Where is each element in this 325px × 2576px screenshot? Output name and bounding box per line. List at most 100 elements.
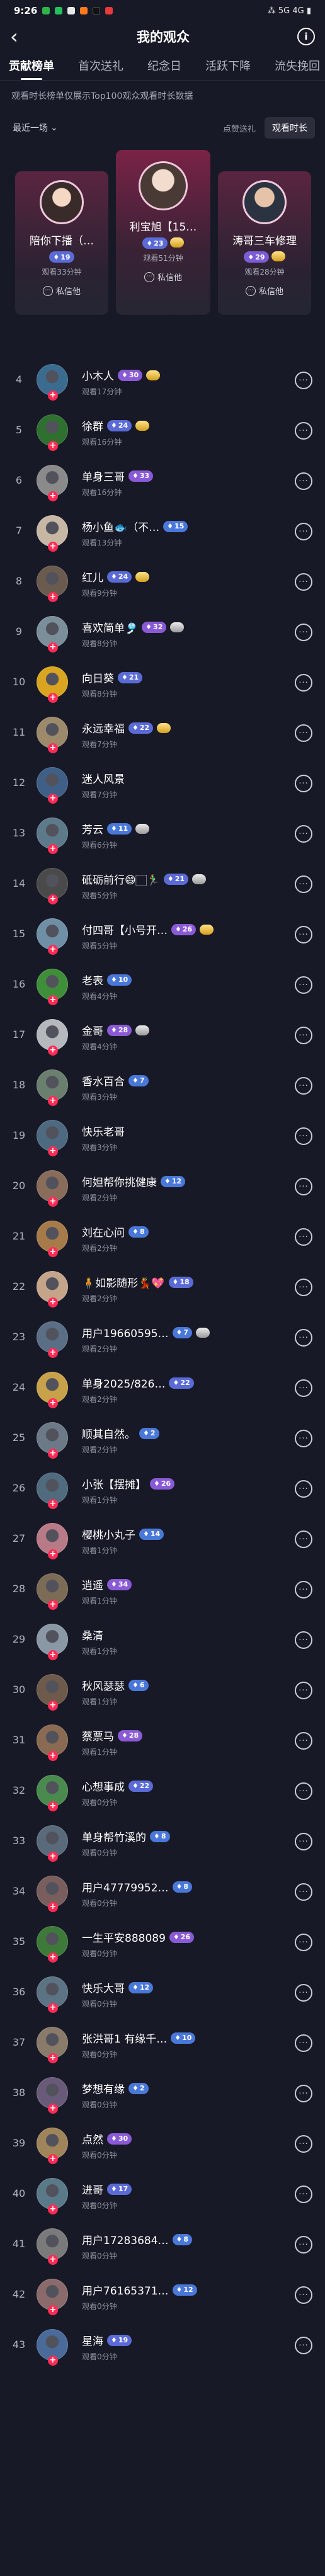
list-item[interactable]: 8 + 红儿 ♦ 24 观看9分钟 ··· [0, 558, 325, 608]
list-item[interactable]: 5 + 徐群 ♦ 24 观看16分钟 ··· [0, 407, 325, 457]
list-item[interactable]: 22 + 🧍如影随形💃💖 ♦ 18 观看2分钟 ··· [0, 1263, 325, 1314]
more-options-icon[interactable]: ··· [295, 1329, 312, 1347]
more-options-icon[interactable]: ··· [295, 1430, 312, 1447]
follow-plus-icon[interactable]: + [48, 2356, 58, 2366]
follow-plus-icon[interactable]: + [48, 1449, 58, 1459]
more-options-icon[interactable]: ··· [295, 472, 312, 490]
list-item[interactable]: 40 + 进哥 ♦ 17 观看0分钟 ··· [0, 2170, 325, 2221]
follow-plus-icon[interactable]: + [48, 491, 58, 501]
follow-plus-icon[interactable]: + [48, 1146, 58, 1156]
follow-plus-icon[interactable]: + [48, 2154, 58, 2164]
follow-plus-icon[interactable]: + [48, 693, 58, 703]
follow-plus-icon[interactable]: + [48, 894, 58, 904]
message-button[interactable]: ⋯ 私信他 [218, 285, 311, 297]
follow-plus-icon[interactable]: + [48, 1247, 58, 1257]
list-item[interactable]: 31 + 蔡票马 ♦ 28 观看1分钟 ··· [0, 1717, 325, 1767]
tab-activity-drop[interactable]: 活跃下降 [205, 57, 251, 80]
list-item[interactable]: 13 + 芳云 ♦ 11 观看6分钟 ··· [0, 810, 325, 860]
list-item[interactable]: 21 + 刘在心问 ♦ 8 观看2分钟 ··· [0, 1213, 325, 1263]
list-item[interactable]: 9 + 喜欢简单🎐 ♦ 32 观看8分钟 ··· [0, 608, 325, 659]
follow-plus-icon[interactable]: + [48, 743, 58, 753]
list-item[interactable]: 25 + 顺其自然。 ♦ 2 观看2分钟 ··· [0, 1415, 325, 1465]
more-options-icon[interactable]: ··· [295, 2186, 312, 2203]
message-button[interactable]: ⋯ 私信他 [116, 271, 210, 283]
follow-plus-icon[interactable]: + [48, 390, 58, 401]
podium-card-third[interactable]: 涛哥三车修理 ♦ 29 观看28分钟 ⋯ 私信他 [218, 171, 311, 315]
more-options-icon[interactable]: ··· [295, 2236, 312, 2254]
message-button[interactable]: ⋯ 私信他 [15, 285, 108, 297]
follow-plus-icon[interactable]: + [48, 1499, 58, 1509]
more-options-icon[interactable]: ··· [295, 1228, 312, 1246]
tab-first-gift[interactable]: 首次送礼 [78, 57, 123, 80]
follow-plus-icon[interactable]: + [48, 1952, 58, 1963]
period-dropdown[interactable]: 最近一场 ⌄ [13, 122, 58, 134]
follow-plus-icon[interactable]: + [48, 1852, 58, 1862]
list-item[interactable]: 42 + 用户76165371… ♦ 12 观看0分钟 ··· [0, 2271, 325, 2322]
follow-plus-icon[interactable]: + [48, 1297, 58, 1308]
list-item[interactable]: 14 + 砥砺前行😄🏻🏃‍♂️ ♦ 21 观看5分钟 ··· [0, 860, 325, 911]
list-item[interactable]: 6 + 单身三哥 ♦ 33 观看16分钟 ··· [0, 457, 325, 508]
follow-plus-icon[interactable]: + [48, 794, 58, 804]
more-options-icon[interactable]: ··· [295, 1984, 312, 2002]
list-item[interactable]: 16 + 老表 ♦ 10 观看4分钟 ··· [0, 961, 325, 1012]
follow-plus-icon[interactable]: + [48, 1398, 58, 1408]
more-options-icon[interactable]: ··· [295, 674, 312, 692]
follow-plus-icon[interactable]: + [48, 2204, 58, 2214]
avatar[interactable] [40, 180, 84, 224]
more-options-icon[interactable]: ··· [295, 1833, 312, 1850]
follow-plus-icon[interactable]: + [48, 1751, 58, 1761]
list-item[interactable]: 19 + 快乐老哥 观看3分钟 ··· [0, 1112, 325, 1163]
more-options-icon[interactable]: ··· [295, 1279, 312, 1296]
list-item[interactable]: 34 + 用户47779952… ♦ 8 观看0分钟 ··· [0, 1868, 325, 1918]
list-item[interactable]: 20 + 何妲帮你挑健康 ♦ 12 观看2分钟 ··· [0, 1163, 325, 1213]
follow-plus-icon[interactable]: + [48, 945, 58, 955]
list-item[interactable]: 33 + 单身帮竹溪的 ♦ 8 观看0分钟 ··· [0, 1818, 325, 1868]
more-options-icon[interactable]: ··· [295, 422, 312, 440]
follow-plus-icon[interactable]: + [48, 2104, 58, 2114]
follow-plus-icon[interactable]: + [48, 2305, 58, 2315]
list-item[interactable]: 18 + 香水百合 ♦ 7 观看3分钟 ··· [0, 1062, 325, 1112]
more-options-icon[interactable]: ··· [295, 724, 312, 742]
more-options-icon[interactable]: ··· [295, 523, 312, 540]
podium-card-first[interactable]: 利宝旭【15… ♦ 23 观看51分钟 ⋯ 私信他 [116, 150, 210, 315]
more-options-icon[interactable]: ··· [295, 2286, 312, 2304]
follow-plus-icon[interactable]: + [48, 1801, 58, 1811]
info-icon[interactable]: i [297, 28, 315, 45]
list-item[interactable]: 4 + 小木人 ♦ 30 观看17分钟 ··· [0, 356, 325, 407]
list-item[interactable]: 32 + 心想事成 ♦ 22 观看0分钟 ··· [0, 1767, 325, 1818]
more-options-icon[interactable]: ··· [295, 1178, 312, 1195]
follow-plus-icon[interactable]: + [48, 2255, 58, 2265]
more-options-icon[interactable]: ··· [295, 1631, 312, 1649]
more-options-icon[interactable]: ··· [295, 1782, 312, 1800]
sort-watch-duration-button[interactable]: 观看时长 [265, 117, 315, 139]
list-item[interactable]: 17 + 金哥 ♦ 28 观看4分钟 ··· [0, 1012, 325, 1062]
follow-plus-icon[interactable]: + [48, 1096, 58, 1106]
more-options-icon[interactable]: ··· [295, 775, 312, 792]
list-item[interactable]: 26 + 小张【摆摊】 ♦ 26 观看1分钟 ··· [0, 1465, 325, 1515]
avatar[interactable] [139, 161, 188, 210]
more-options-icon[interactable]: ··· [295, 1530, 312, 1548]
follow-plus-icon[interactable]: + [48, 2053, 58, 2063]
follow-plus-icon[interactable]: + [48, 1348, 58, 1358]
list-item[interactable]: 35 + 一生平安888089 ♦ 26 观看0分钟 ··· [0, 1918, 325, 1969]
more-options-icon[interactable]: ··· [295, 1077, 312, 1095]
more-options-icon[interactable]: ··· [295, 1883, 312, 1901]
follow-plus-icon[interactable]: + [48, 1549, 58, 1559]
list-item[interactable]: 7 + 杨小鱼🐟（不… ♦ 15 观看13分钟 ··· [0, 508, 325, 558]
list-item[interactable]: 37 + 张洪哥1 有缘千… ♦ 10 观看0分钟 ··· [0, 2019, 325, 2070]
more-options-icon[interactable]: ··· [295, 1732, 312, 1750]
follow-plus-icon[interactable]: + [48, 844, 58, 854]
more-options-icon[interactable]: ··· [295, 926, 312, 943]
list-item[interactable]: 28 + 逍遥 ♦ 34 观看1分钟 ··· [0, 1566, 325, 1616]
follow-plus-icon[interactable]: + [48, 1701, 58, 1711]
more-options-icon[interactable]: ··· [295, 1127, 312, 1145]
list-item[interactable]: 39 + 点然 ♦ 30 观看0分钟 ··· [0, 2120, 325, 2170]
follow-plus-icon[interactable]: + [48, 642, 58, 653]
tab-anniversary[interactable]: 纪念日 [147, 57, 181, 80]
more-options-icon[interactable]: ··· [295, 1027, 312, 1044]
follow-plus-icon[interactable]: + [48, 2003, 58, 2013]
follow-plus-icon[interactable]: + [48, 592, 58, 602]
follow-plus-icon[interactable]: + [48, 441, 58, 451]
more-options-icon[interactable]: ··· [295, 2085, 312, 2102]
list-item[interactable]: 29 + 桑清 观看1分钟 ··· [0, 1616, 325, 1667]
